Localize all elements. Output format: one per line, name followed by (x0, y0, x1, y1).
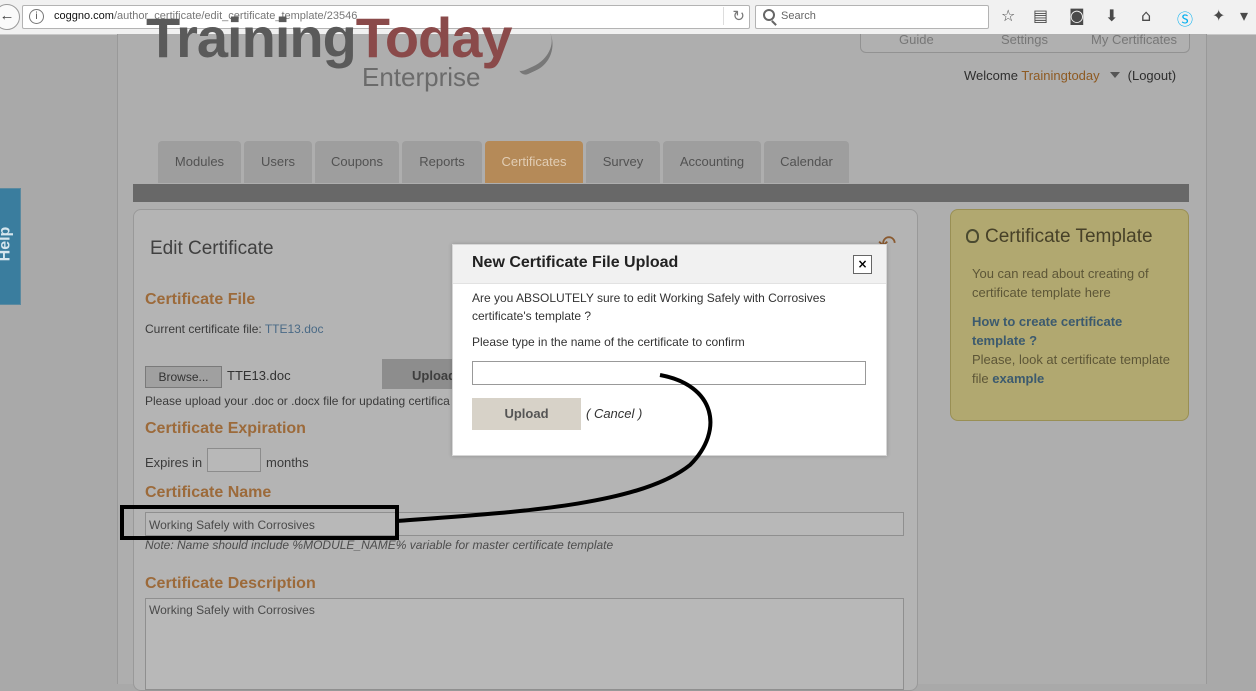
dialog-header: New Certificate File Upload × (453, 245, 886, 284)
tab-modules[interactable]: Modules (158, 141, 241, 183)
caret-down-icon[interactable] (1109, 72, 1120, 78)
top-links: Guide Settings My Certificates (860, 32, 1190, 53)
confirm-name-input[interactable] (472, 361, 866, 385)
browser-search-input[interactable]: Search (755, 5, 989, 29)
dialog-title: New Certificate File Upload (472, 254, 679, 271)
tab-accounting[interactable]: Accounting (663, 141, 761, 183)
sidebar-example-link[interactable]: example (992, 371, 1044, 386)
certificate-name-heading: Certificate Name (145, 484, 272, 501)
extension-icon[interactable]: ✦ (1212, 6, 1225, 25)
close-icon[interactable]: × (853, 255, 872, 274)
current-file-link[interactable]: TTE13.doc (265, 322, 324, 336)
pocket-icon[interactable]: ◙ (1069, 6, 1085, 25)
dialog-cancel-link[interactable]: ( Cancel ) (586, 406, 642, 421)
info-icon[interactable]: i (29, 9, 44, 24)
upload-confirm-dialog: New Certificate File Upload × Are you AB… (452, 244, 887, 456)
dialog-prompt: Please type in the name of the certifica… (472, 335, 745, 349)
back-arrow-icon[interactable]: ← (0, 4, 20, 30)
tab-coupons[interactable]: Coupons (315, 141, 399, 183)
top-link-my-certificates[interactable]: My Certificates (1091, 32, 1177, 47)
certificate-file-heading: Certificate File (145, 291, 256, 308)
sidebar-look-text: Please, look at certificate template fil… (972, 352, 1170, 386)
skype-icon[interactable]: Ⓢ (1177, 6, 1193, 30)
certificate-name-value: Working Safely with Corrosives (149, 518, 315, 532)
upload-hint: Please upload your .doc or .docx file fo… (145, 394, 450, 408)
tab-certificates[interactable]: Certificates (485, 141, 583, 183)
reading-list-icon[interactable]: ▤ (1033, 6, 1048, 25)
logo-subtitle: Enterprise (362, 62, 481, 92)
current-file-row: Current certificate file: TTE13.doc (145, 322, 324, 336)
sidebar-howto-link[interactable]: How to create certificate template ? (972, 312, 1172, 350)
top-link-guide[interactable]: Guide (899, 32, 934, 47)
expires-in-label: Expires in (145, 455, 203, 470)
tab-reports[interactable]: Reports (402, 141, 482, 183)
home-icon[interactable]: ⌂ (1141, 6, 1151, 25)
sidebar-title: Certificate Template (966, 226, 1153, 248)
reload-icon[interactable]: ↻ (723, 7, 745, 25)
help-label: Help (0, 226, 14, 262)
dialog-upload-button[interactable]: Upload (472, 398, 581, 430)
months-label: months (266, 455, 309, 470)
certificate-description-value: Working Safely with Corrosives (149, 603, 315, 617)
lightbulb-icon (966, 229, 979, 243)
certificate-expiration-heading: Certificate Expiration (145, 420, 306, 437)
page-title: Edit Certificate (150, 238, 274, 259)
welcome-bar: Welcome Trainingtoday (Logout) (964, 68, 1176, 83)
top-link-settings[interactable]: Settings (1001, 32, 1048, 47)
tab-calendar[interactable]: Calendar (764, 141, 849, 183)
tab-users[interactable]: Users (244, 141, 312, 183)
certificate-description-heading: Certificate Description (145, 575, 316, 592)
logo[interactable]: TrainingToday (146, 10, 513, 66)
expiration-months-input[interactable] (207, 448, 261, 472)
download-icon[interactable]: ⬇ (1105, 6, 1118, 25)
search-placeholder: Search (781, 10, 816, 22)
certificate-name-input[interactable]: Working Safely with Corrosives (145, 512, 904, 536)
help-tab[interactable]: Help (0, 188, 21, 305)
tab-underline-bar (133, 184, 1189, 202)
logout-link[interactable]: (Logout) (1128, 68, 1176, 83)
tab-survey[interactable]: Survey (586, 141, 660, 183)
name-note: Note: Name should include %MODULE_NAME% … (145, 538, 614, 552)
welcome-label: Welcome (964, 68, 1018, 83)
chosen-file-name: TTE13.doc (227, 368, 291, 383)
menu-chevron-icon[interactable]: ▾ (1240, 6, 1248, 25)
username-link[interactable]: Trainingtoday (1021, 68, 1099, 83)
star-icon[interactable]: ☆ (1001, 6, 1015, 25)
browse-button[interactable]: Browse... (145, 366, 222, 388)
search-icon (763, 9, 775, 21)
dialog-message: Are you ABSOLUTELY sure to edit Working … (472, 291, 826, 323)
certificate-description-textarea[interactable]: Working Safely with Corrosives (145, 598, 904, 690)
upload-file-button[interactable]: Upload (382, 359, 454, 389)
sidebar-intro: You can read about creating of certifica… (972, 266, 1149, 300)
